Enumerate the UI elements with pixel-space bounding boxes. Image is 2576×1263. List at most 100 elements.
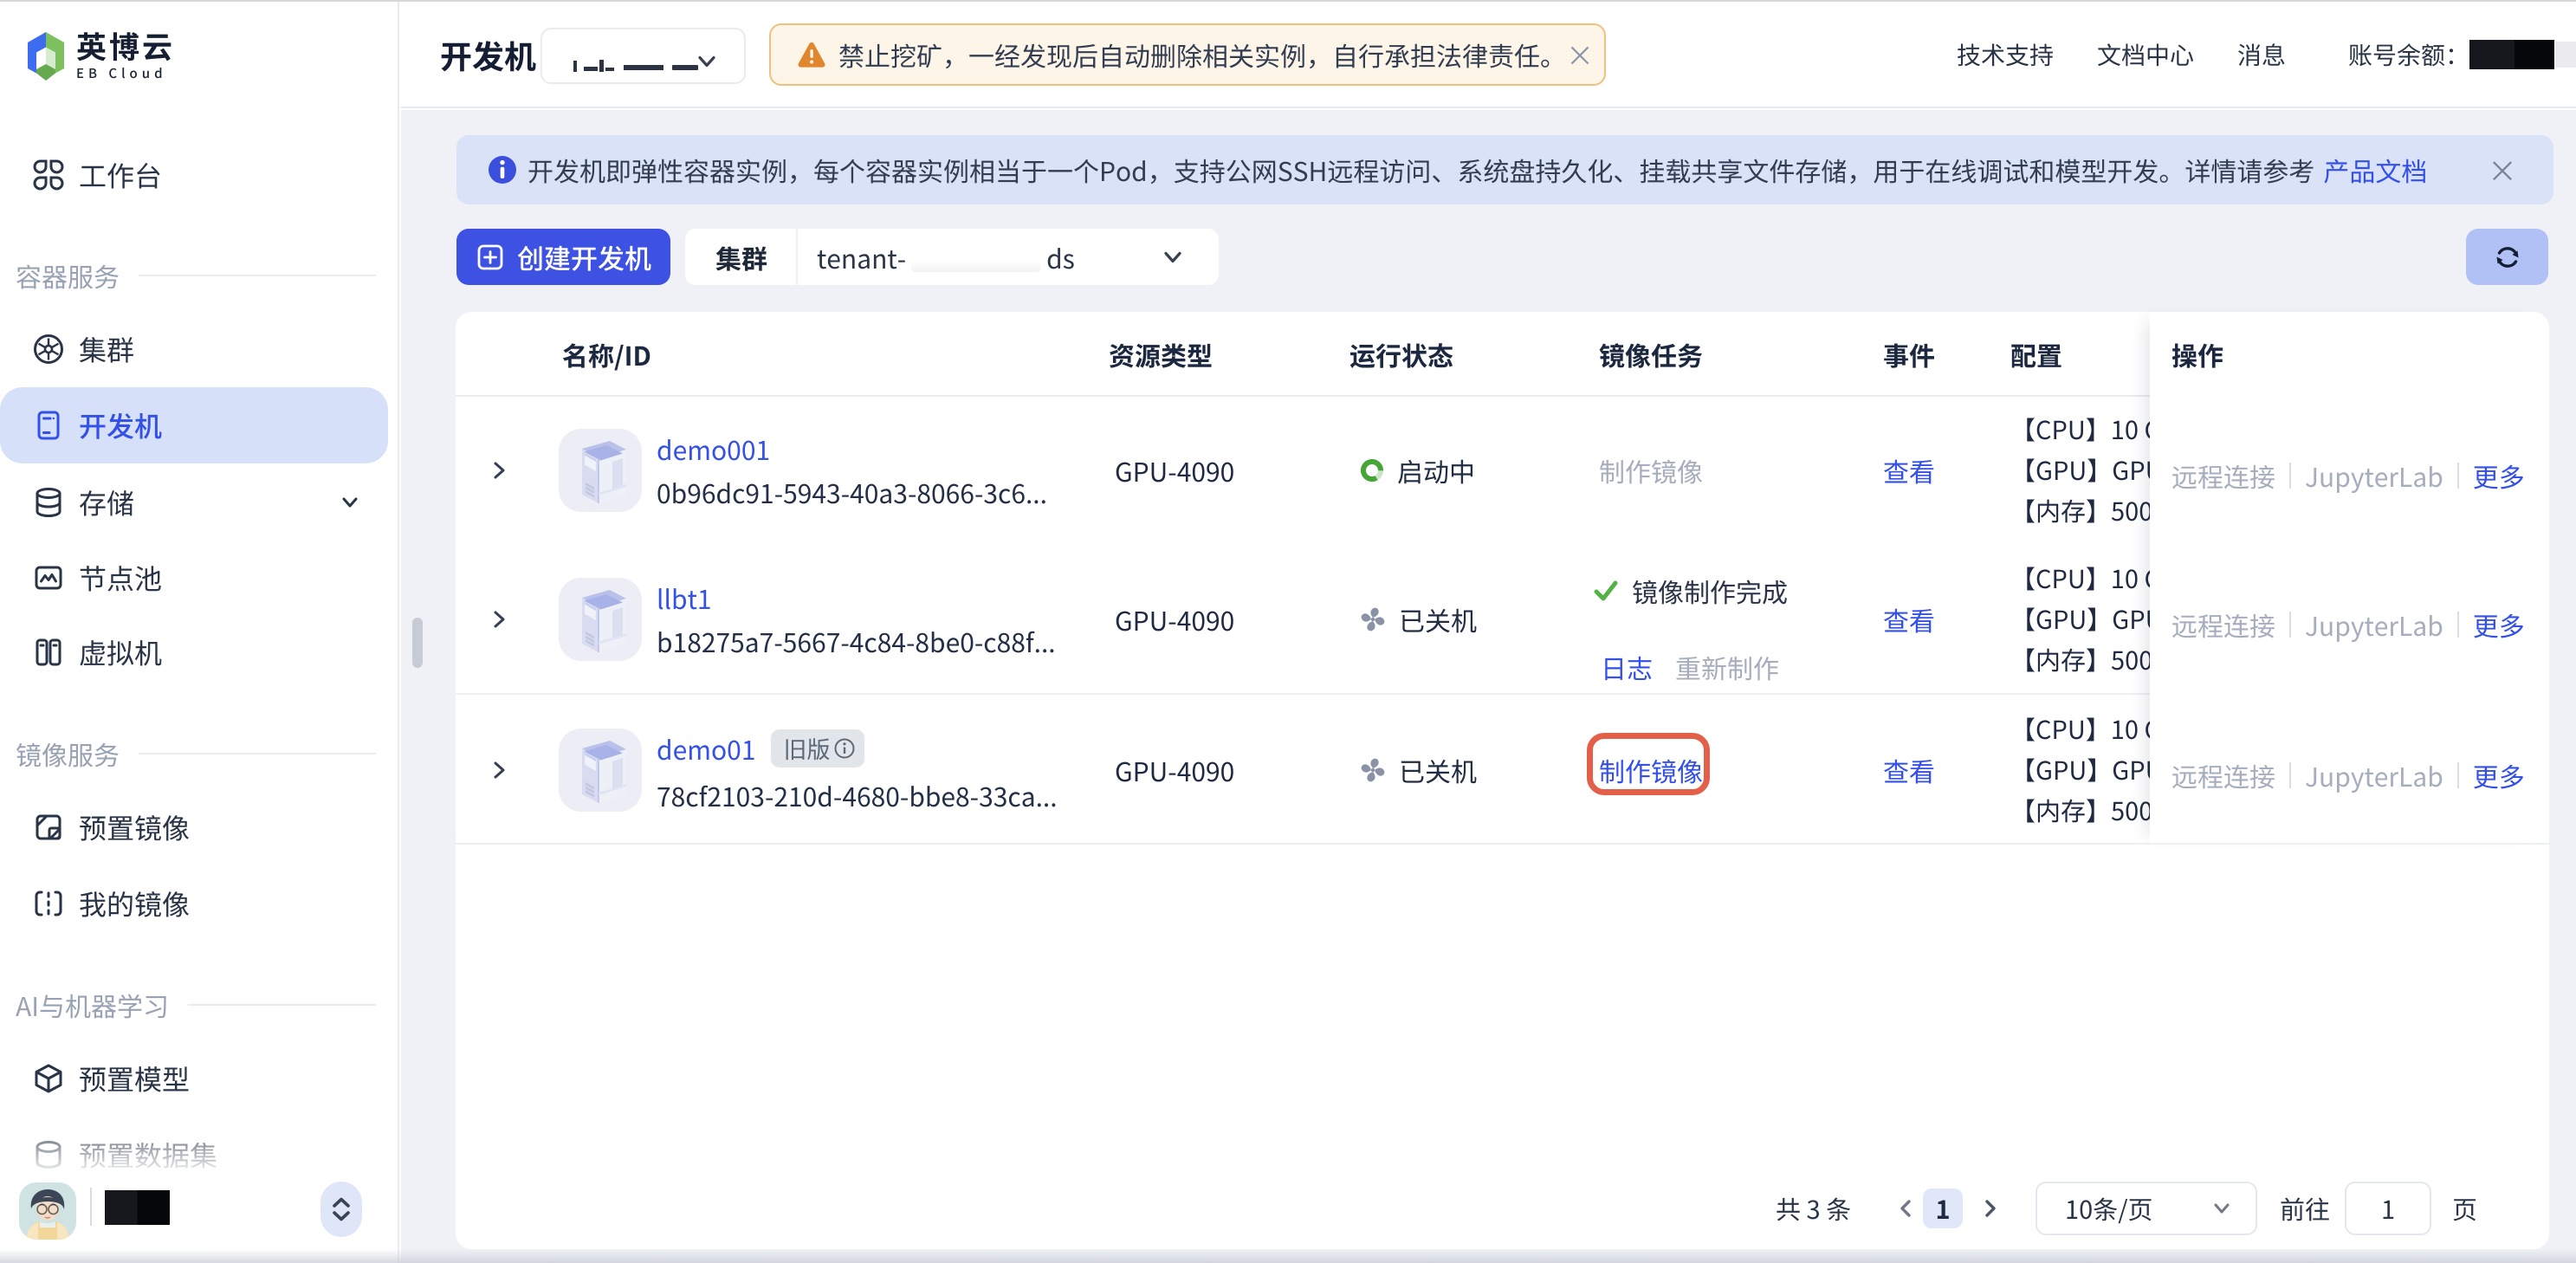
more-link[interactable]: 更多 (2473, 457, 2525, 495)
jupyterlab-link[interactable]: JupyterLab (2305, 756, 2443, 794)
sidebar-section-container: 容器服务 (0, 249, 399, 301)
pagination: 共 3 条 1 10条/页 前往 1 页 (456, 1169, 2549, 1249)
sidebar-item-vm[interactable]: 虚拟机 (0, 614, 399, 690)
remote-connect-link[interactable]: 远程连接 (2171, 756, 2275, 794)
product-doc-link[interactable]: 产品文档 (2323, 151, 2427, 189)
sidebar-item-nodepool[interactable]: 节点池 (0, 540, 399, 616)
user-switch-button[interactable] (320, 1182, 362, 1237)
brand-subtitle: EB Cloud (76, 64, 175, 82)
instance-name-link[interactable]: demo01 (657, 733, 755, 764)
sidebar-item-storage[interactable]: 存储 (0, 464, 399, 541)
action-divider (2457, 612, 2459, 638)
refresh-button[interactable] (2466, 229, 2548, 285)
sidebar-item-cluster[interactable]: 集群 (0, 311, 399, 387)
devmachine-icon (32, 409, 65, 442)
log-link[interactable]: 日志 (1601, 648, 1653, 686)
brand-name: 英博云 (76, 29, 175, 62)
view-events-link[interactable]: 查看 (1883, 751, 1935, 789)
page-size-select[interactable]: 10条/页 (2036, 1182, 2257, 1235)
rebuild-link[interactable]: 重新制作 (1675, 648, 1779, 686)
goto-label: 前往 (2280, 1189, 2330, 1228)
create-devmachine-button[interactable]: 创建开发机 (456, 229, 670, 285)
more-link[interactable]: 更多 (2473, 756, 2525, 794)
brand-logo-icon (26, 31, 66, 81)
remote-connect-link[interactable]: 远程连接 (2171, 457, 2275, 495)
col-event: 事件 (1883, 312, 1935, 397)
sidebar-item-my-image[interactable]: 我的镜像 (0, 865, 399, 942)
instance-name-link[interactable]: demo001 (657, 433, 770, 464)
devmachine-table: 名称/ID 资源类型 运行状态 镜像任务 事件 配置 demo001 0b96d… (456, 312, 2549, 1249)
sidebar-item-workbench[interactable]: 工作台 (0, 137, 399, 213)
action-divider (2289, 762, 2291, 788)
expand-chevron-icon[interactable] (486, 695, 512, 845)
project-select[interactable] (540, 28, 746, 84)
vm-icon (32, 636, 65, 669)
status-stopped-icon (1359, 606, 1387, 633)
col-actions: 操作 (2171, 312, 2223, 397)
cluster-select[interactable]: tenant- (817, 238, 906, 276)
status-starting-icon (1359, 457, 1385, 483)
section-divider-line (139, 753, 376, 755)
window-top-edge (0, 0, 2576, 2)
view-events-link[interactable]: 查看 (1883, 600, 1935, 638)
sidebar-item-preset-model[interactable]: 预置模型 (0, 1040, 399, 1117)
legacy-tag: 旧版 (771, 729, 864, 768)
instance-id: b18275a7-5667-4c84-8be0-c88f... (657, 625, 1056, 657)
event-cell: 查看 (1883, 695, 1935, 845)
expand-chevron-icon[interactable] (486, 397, 512, 543)
more-link[interactable]: 更多 (2473, 606, 2525, 644)
image-task-cell: 制作镜像 (1599, 397, 1703, 543)
event-cell: 查看 (1883, 397, 1935, 543)
my-image-icon (32, 887, 65, 920)
col-status: 运行状态 (1349, 312, 1453, 397)
expand-chevron-icon[interactable] (486, 543, 512, 695)
col-config: 配置 (2010, 312, 2062, 397)
info-close-icon[interactable]: × (2488, 155, 2517, 185)
sticky-actions-column: 操作 远程连接 JupyterLab 更多 远程连接 JupyterLab 更多… (2150, 312, 2549, 845)
warning-close-icon[interactable]: × (1566, 41, 1594, 68)
project-select-redacted-value (573, 59, 686, 73)
jupyterlab-link[interactable]: JupyterLab (2305, 457, 2443, 495)
prev-page-icon[interactable] (1893, 1189, 1919, 1228)
info-icon (488, 155, 517, 185)
sidebar: 英博云 EB Cloud 工作台 容器服务 集群 开发机 存储 节点池 虚拟机 … (0, 0, 399, 1263)
instance-name-link[interactable]: llbt1 (657, 582, 712, 613)
preset-model-icon (32, 1062, 65, 1095)
action-divider (2457, 762, 2459, 788)
workbench-icon (32, 159, 65, 191)
nav-support[interactable]: 技术支持 (1957, 37, 2054, 72)
section-divider-line (188, 1004, 376, 1006)
divider (796, 229, 798, 285)
sidebar-section-ai: AI与机器学习 (0, 979, 399, 1031)
scrollbar-thumb[interactable] (412, 618, 423, 668)
status-cell: 已关机 (1359, 543, 1477, 695)
row-actions: 远程连接 JupyterLab 更多 (2171, 457, 2525, 495)
status-stopped-icon (1359, 756, 1387, 784)
goto-page-input[interactable]: 1 (2345, 1182, 2431, 1235)
server-3d-icon (559, 578, 642, 661)
view-events-link[interactable]: 查看 (1883, 451, 1935, 489)
annotation-highlight-box (1587, 733, 1710, 795)
next-page-icon[interactable] (1977, 1189, 2003, 1228)
balance-redacted (2469, 40, 2515, 69)
balance-label: 账号余额： (2348, 37, 2469, 72)
remote-connect-link[interactable]: 远程连接 (2171, 606, 2275, 644)
nav-messages[interactable]: 消息 (2237, 37, 2286, 72)
preset-image-icon (32, 811, 65, 844)
server-tile (559, 695, 642, 845)
action-divider (2289, 612, 2291, 638)
sidebar-item-devmachine[interactable]: 开发机 (0, 387, 388, 463)
server-tile (559, 543, 642, 695)
event-cell: 查看 (1883, 543, 1935, 695)
jupyterlab-link[interactable]: JupyterLab (2305, 606, 2443, 644)
nav-docs[interactable]: 文档中心 (2097, 37, 2194, 72)
sidebar-item-preset-image[interactable]: 预置镜像 (0, 789, 399, 865)
page-number[interactable]: 1 (1923, 1189, 1963, 1228)
info-banner: 开发机即弹性容器实例，每个容器实例相当于一个Pod，支持公网SSH远程访问、系统… (456, 135, 2553, 204)
chevron-down-icon (2209, 1195, 2235, 1221)
name-id-cell: llbt1 b18275a7-5667-4c84-8be0-c88f... (657, 543, 1056, 695)
row-divider (2150, 843, 2576, 845)
server-3d-icon (559, 429, 642, 512)
row-actions: 远程连接 JupyterLab 更多 (2171, 606, 2525, 644)
avatar[interactable] (19, 1182, 76, 1240)
